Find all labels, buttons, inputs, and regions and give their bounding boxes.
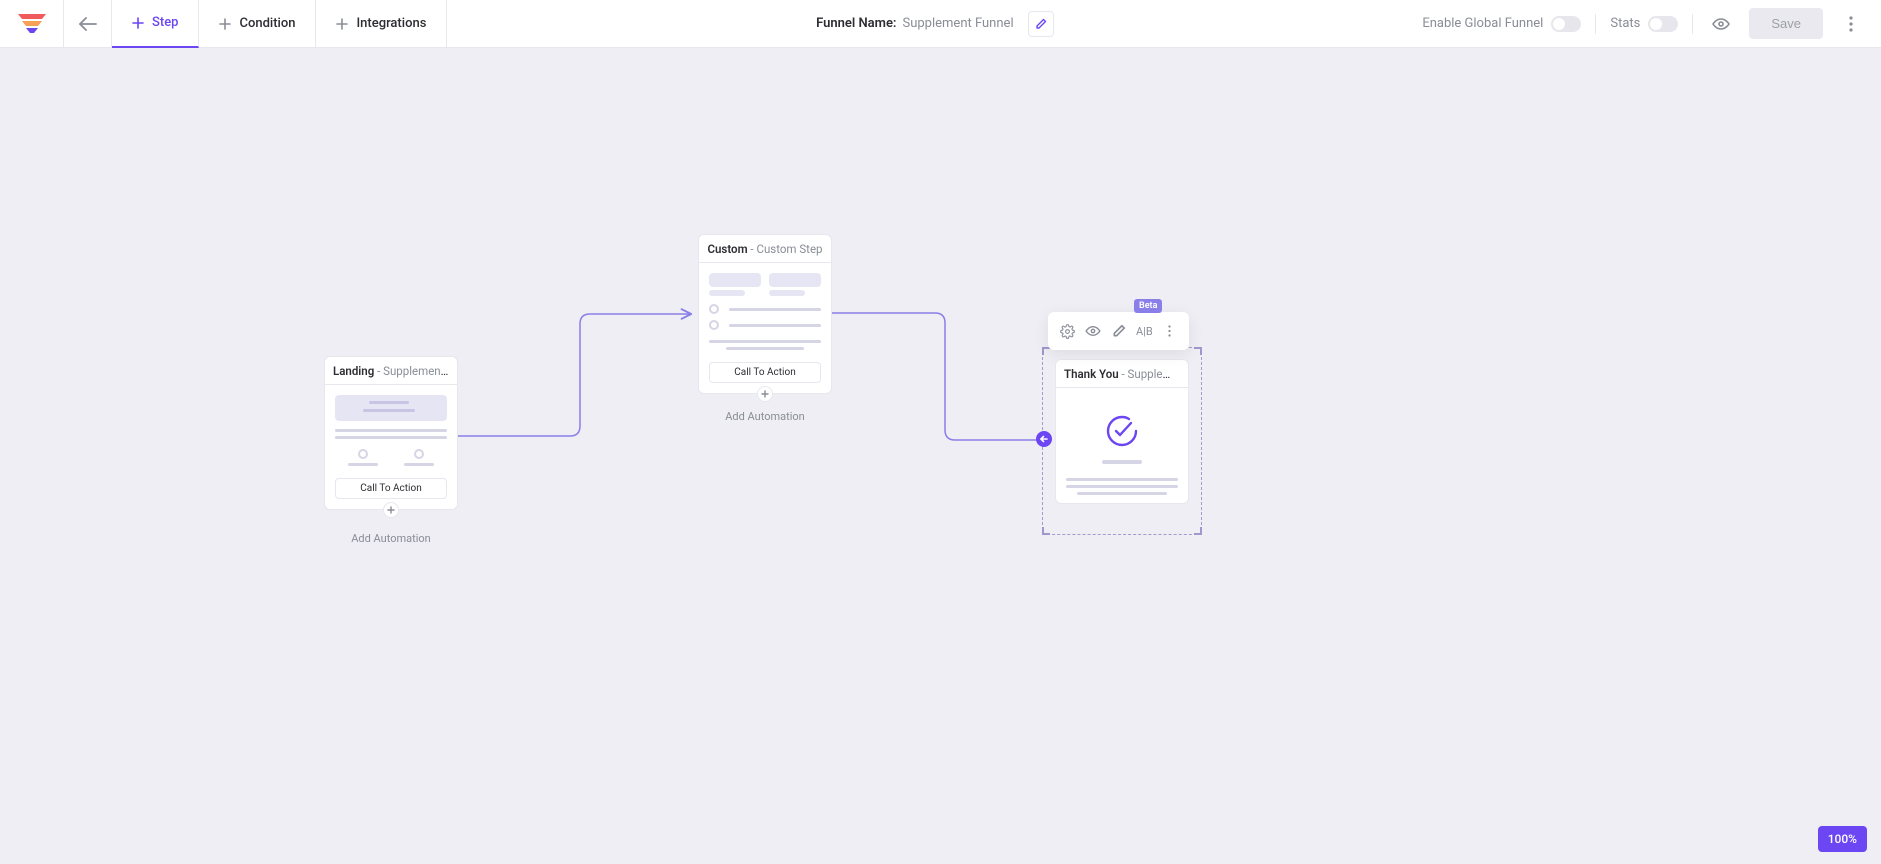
tab-integrations-label: Integrations xyxy=(356,16,426,31)
connectors xyxy=(0,48,1881,864)
gear-icon xyxy=(1060,324,1075,339)
plus-icon xyxy=(387,506,395,514)
step-thankyou-thumbnail xyxy=(1056,388,1188,503)
step-settings-button[interactable] xyxy=(1054,318,1080,344)
step-landing-add-automation[interactable]: Add Automation xyxy=(351,532,431,545)
step-landing[interactable]: Landing - Supplement La… Call To Action xyxy=(324,356,458,510)
plus-icon xyxy=(761,390,769,398)
pencil-icon xyxy=(1112,324,1126,338)
step-landing-thumbnail xyxy=(325,385,457,474)
step-name: Supplement La… xyxy=(383,364,457,378)
checkmark-circle-icon xyxy=(1105,414,1139,448)
step-landing-header: Landing - Supplement La… xyxy=(325,357,457,385)
tab-integrations[interactable]: Integrations xyxy=(316,0,447,48)
zoom-indicator[interactable]: 100% xyxy=(1818,826,1867,852)
topbar-right: Enable Global Funnel Stats Save xyxy=(1422,8,1881,39)
toolbar-tabs: Step Condition Integrations xyxy=(112,0,447,48)
step-thankyou-header: Thank You - Supplement T… xyxy=(1056,360,1188,388)
step-custom-add-step[interactable] xyxy=(757,386,773,402)
save-button[interactable]: Save xyxy=(1749,8,1823,39)
step-landing-cta[interactable]: Call To Action xyxy=(335,478,447,499)
funnel-name-value: Supplement Funnel xyxy=(902,16,1013,31)
edit-funnel-name-button[interactable] xyxy=(1028,11,1054,37)
stats-label: Stats xyxy=(1610,16,1640,31)
global-funnel-toggle-wrap: Enable Global Funnel xyxy=(1422,16,1581,32)
global-funnel-toggle[interactable] xyxy=(1551,16,1581,32)
tab-condition[interactable]: Condition xyxy=(199,0,316,48)
tab-step[interactable]: Step xyxy=(112,0,199,48)
step-ab-test-button[interactable]: A|B xyxy=(1132,325,1157,338)
step-name: Supplement T… xyxy=(1128,367,1188,381)
global-funnel-label: Enable Global Funnel xyxy=(1422,16,1543,31)
step-type: Landing xyxy=(333,364,374,378)
step-action-bar: A|B xyxy=(1048,312,1189,350)
eye-icon xyxy=(1712,17,1730,31)
funnel-canvas[interactable]: Landing - Supplement La… Call To Action xyxy=(0,48,1881,864)
app-logo[interactable] xyxy=(0,0,64,48)
step-type: Custom xyxy=(707,242,747,256)
tab-step-label: Step xyxy=(152,15,178,30)
step-custom-add-automation[interactable]: Add Automation xyxy=(725,410,805,423)
step-preview-button[interactable] xyxy=(1080,318,1106,344)
step-thankyou[interactable]: Thank You - Supplement T… xyxy=(1055,359,1189,504)
divider xyxy=(1692,14,1693,34)
funnel-name-section: Funnel Name: Supplement Funnel xyxy=(447,11,1422,37)
beta-badge: Beta xyxy=(1134,299,1162,313)
top-bar: Step Condition Integrations Funnel Name:… xyxy=(0,0,1881,48)
step-name: Custom Step xyxy=(756,242,822,256)
step-edit-button[interactable] xyxy=(1106,318,1132,344)
plus-icon xyxy=(219,18,231,30)
step-sep: - xyxy=(374,364,383,378)
back-button[interactable] xyxy=(64,0,112,48)
pencil-icon xyxy=(1035,18,1047,30)
divider xyxy=(1595,14,1596,34)
step-thankyou-input-node[interactable] xyxy=(1036,431,1052,447)
step-sep: - xyxy=(1119,367,1128,381)
more-vertical-icon xyxy=(1849,16,1853,32)
stats-toggle-wrap: Stats xyxy=(1610,16,1678,32)
plus-icon xyxy=(336,18,348,30)
funnel-name-label: Funnel Name: xyxy=(816,16,896,31)
eye-icon xyxy=(1085,325,1101,337)
arrow-left-icon xyxy=(1040,435,1048,443)
tab-condition-label: Condition xyxy=(239,16,295,31)
step-custom-cta[interactable]: Call To Action xyxy=(709,362,821,383)
step-custom[interactable]: Custom - Custom Step xyxy=(698,234,832,394)
step-more-button[interactable] xyxy=(1157,318,1183,344)
more-menu-button[interactable] xyxy=(1837,10,1865,38)
stats-toggle[interactable] xyxy=(1648,16,1678,32)
step-custom-thumbnail xyxy=(699,263,831,358)
step-custom-header: Custom - Custom Step xyxy=(699,235,831,263)
plus-icon xyxy=(132,17,144,29)
more-vertical-icon xyxy=(1168,324,1171,338)
preview-button[interactable] xyxy=(1707,10,1735,38)
step-landing-add-step[interactable] xyxy=(383,502,399,518)
step-type: Thank You xyxy=(1064,367,1119,381)
